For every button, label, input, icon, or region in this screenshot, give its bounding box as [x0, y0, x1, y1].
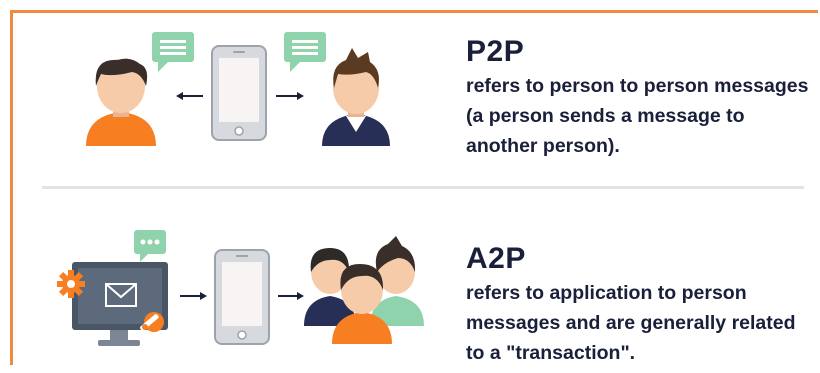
a2p-text-block: A2P refers to application to person mess… — [466, 242, 811, 368]
p2p-text-block: P2P refers to person to person messages … — [466, 35, 811, 161]
section-title-p2p: P2P — [466, 35, 525, 68]
arrow-icon — [176, 92, 203, 100]
person-icon — [322, 48, 390, 146]
person-icon — [86, 58, 156, 146]
chat-bubble-icon — [152, 32, 194, 72]
diagram-frame: P2P refers to person to person messages … — [0, 0, 820, 373]
person-group-icon — [304, 236, 424, 344]
section-description-p2p: refers to person to person messages (a p… — [466, 75, 809, 157]
section-divider — [42, 186, 804, 189]
chat-bubble-icon — [284, 32, 326, 72]
arrow-icon — [278, 292, 304, 300]
chat-bubble-icon — [134, 230, 166, 262]
arrow-icon — [276, 92, 304, 100]
section-description-a2p: refers to application to person messages… — [466, 282, 796, 364]
phone-icon — [211, 45, 267, 141]
section-title-a2p: A2P — [466, 242, 526, 275]
arrow-icon — [180, 292, 207, 300]
gear-icon — [57, 270, 85, 298]
phone-icon — [214, 249, 270, 345]
monitor-icon — [72, 262, 168, 346]
